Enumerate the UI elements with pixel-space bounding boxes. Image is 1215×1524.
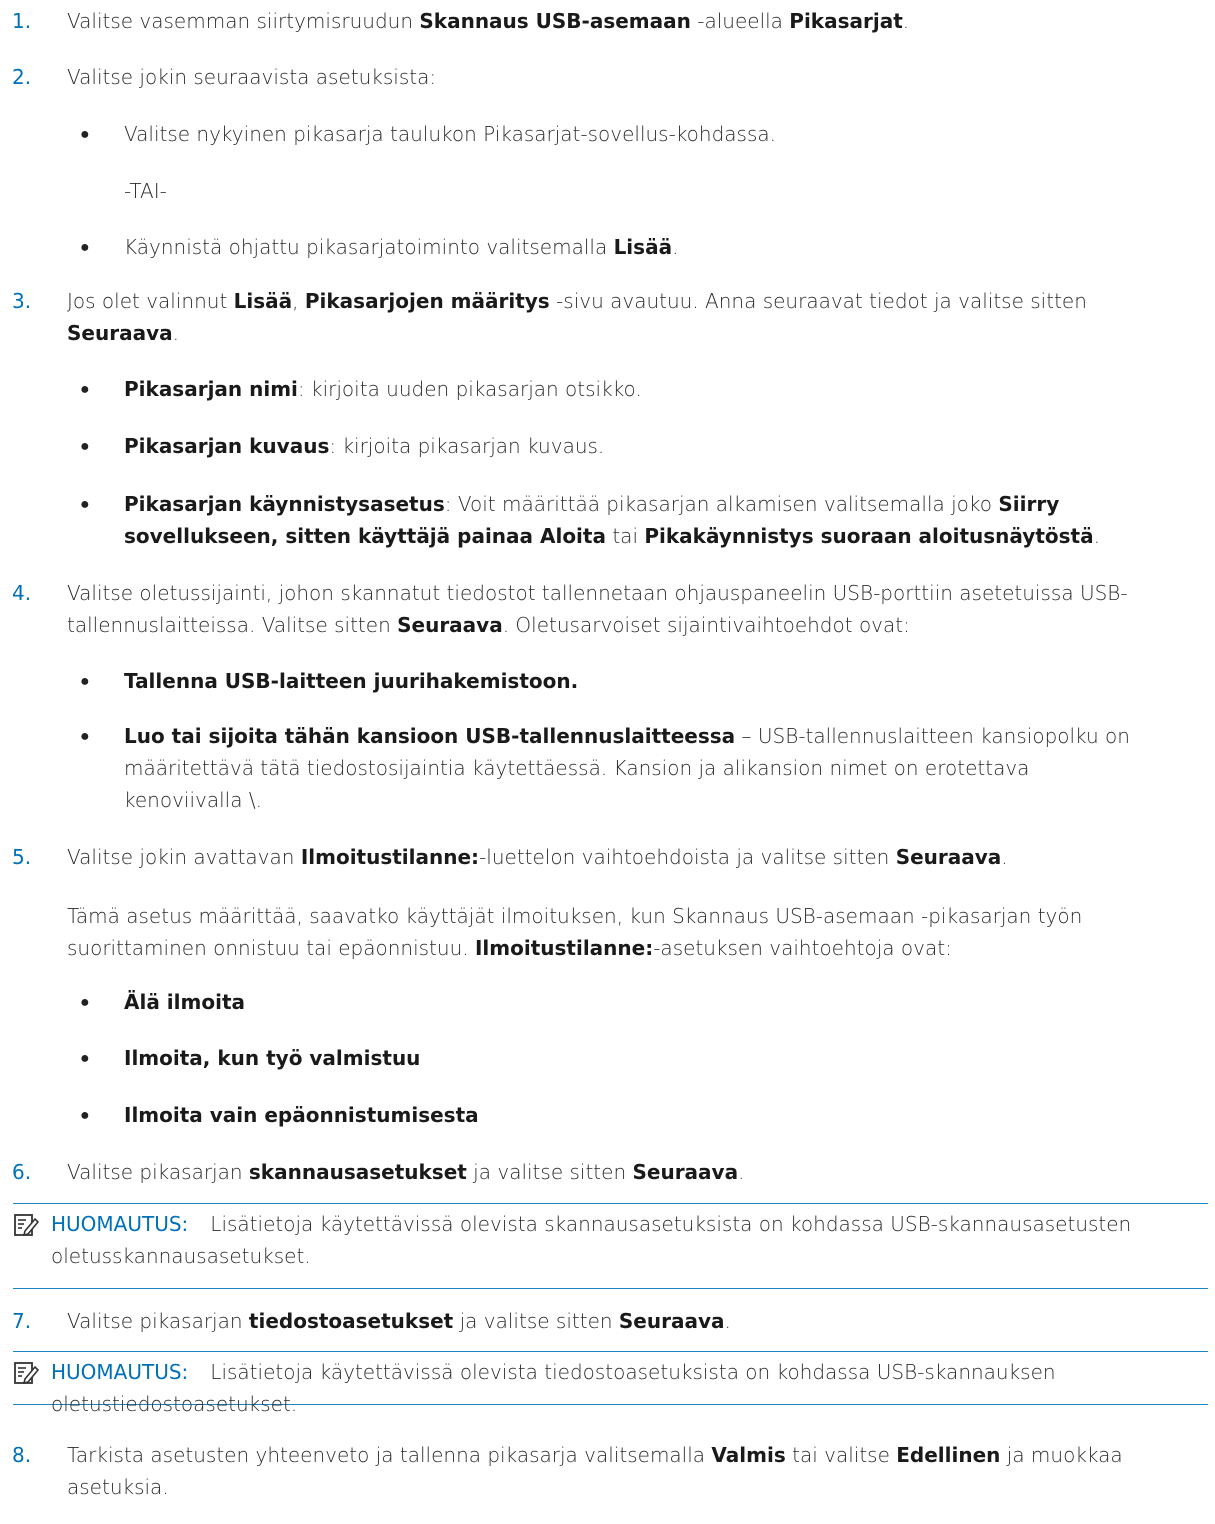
bullet-text: Pikasarjan nimi: kirjoita uuden pikasarj… bbox=[124, 373, 1154, 405]
text-run: -sivu avautuu. Anna seuraavat tiedot ja … bbox=[549, 289, 1087, 313]
bullet-icon: ● bbox=[80, 671, 90, 690]
emphasis-text: Pikasarjat bbox=[789, 9, 903, 33]
bullet-icon: ● bbox=[80, 726, 90, 745]
text-run: ja valitse sitten bbox=[466, 1160, 633, 1184]
text-run: Tarkista asetusten yhteenveto ja tallenn… bbox=[67, 1443, 712, 1467]
emphasis-text: Edellinen bbox=[896, 1443, 1001, 1467]
text-run: ja valitse sitten bbox=[453, 1309, 619, 1333]
text-run: . bbox=[724, 1309, 731, 1333]
step-number: 5. bbox=[12, 845, 32, 869]
text-run: : Voit määrittää pikasarjan alkamisen va… bbox=[444, 492, 999, 516]
emphasis-text: Pikasarjan käynnistysasetus bbox=[124, 492, 445, 516]
text-run: tai valitse bbox=[785, 1443, 897, 1467]
emphasis-text: Ilmoita, kun työ valmistuu bbox=[124, 1046, 421, 1070]
emphasis-text: skannausasetukset bbox=[248, 1160, 467, 1184]
emphasis-text: Seuraava bbox=[618, 1309, 725, 1333]
emphasis-text: Seuraava bbox=[632, 1160, 739, 1184]
step-text: Tarkista asetusten yhteenveto ja tallenn… bbox=[67, 1439, 1197, 1503]
emphasis-text: Luo tai sijoita tähän kansioon USB-talle… bbox=[124, 724, 736, 748]
text-run: . Oletusarvoiset sijaintivaihtoehdot ova… bbox=[502, 613, 910, 637]
step-text: Valitse vasemman siirtymisruudun Skannau… bbox=[67, 5, 1197, 37]
bullet-icon: ● bbox=[80, 237, 90, 256]
emphasis-text: Ilmoita vain epäonnistumisesta bbox=[124, 1103, 479, 1127]
text-run: Valitse pikasarjan bbox=[67, 1309, 249, 1333]
text-run: -asetuksen vaihtoehtoja ovat: bbox=[653, 936, 952, 960]
bullet-icon: ● bbox=[80, 124, 90, 143]
text-run: . bbox=[172, 321, 179, 345]
step-number: 4. bbox=[12, 581, 32, 605]
step-number: 8. bbox=[12, 1443, 32, 1467]
text-run: , bbox=[292, 289, 305, 313]
text-run: : kirjoita uuden pikasarjan otsikko. bbox=[297, 377, 642, 401]
emphasis-text: Ilmoitustilanne: bbox=[474, 936, 654, 960]
emphasis-text: tiedostoasetukset bbox=[248, 1309, 454, 1333]
bullet-icon: ● bbox=[80, 1105, 90, 1124]
emphasis-text: Seuraava bbox=[397, 613, 503, 637]
step-text: Jos olet valinnut Lisää, Pikasarjojen mä… bbox=[67, 285, 1197, 349]
bullet-icon: ● bbox=[80, 494, 90, 513]
text-run: Valitse jokin seuraavista asetuksista: bbox=[67, 65, 437, 89]
emphasis-text: Pikasarjojen määritys bbox=[304, 289, 550, 313]
step-text: Valitse pikasarjan tiedostoasetukset ja … bbox=[67, 1305, 1197, 1337]
emphasis-text: Seuraava bbox=[895, 845, 1002, 869]
step-text: Valitse jokin avattavan Ilmoitustilanne:… bbox=[67, 841, 1197, 873]
bullet-text: Ilmoita vain epäonnistumisesta bbox=[124, 1099, 1154, 1131]
emphasis-text: Tallenna USB-laitteen juurihakemistoon. bbox=[124, 669, 579, 693]
step-number: 6. bbox=[12, 1160, 32, 1184]
text-run: Valitse vasemman siirtymisruudun bbox=[67, 9, 420, 33]
emphasis-text: Pikasarjan kuvaus bbox=[124, 434, 330, 458]
text-run: tai bbox=[605, 524, 645, 548]
note-label: HUOMAUTUS: bbox=[51, 1212, 189, 1236]
text-run: . bbox=[738, 1160, 745, 1184]
bullet-icon: ● bbox=[80, 1048, 90, 1067]
emphasis-text: Lisää bbox=[613, 235, 673, 259]
bullet-text: Tallenna USB-laitteen juurihakemistoon. bbox=[124, 665, 1154, 697]
emphasis-text: Seuraava bbox=[67, 321, 173, 345]
emphasis-text: Pikakäynnistys suoraan aloitusnäytöstä bbox=[644, 524, 1094, 548]
note-text: Lisätietoja käytettävissä olevista skann… bbox=[51, 1212, 1132, 1268]
note-text: Lisätietoja käytettävissä olevista tiedo… bbox=[51, 1360, 1056, 1416]
note-label: HUOMAUTUS: bbox=[51, 1360, 189, 1384]
step-number: 1. bbox=[12, 9, 32, 33]
bullet-text: Pikasarjan kuvaus: kirjoita pikasarjan k… bbox=[124, 430, 1154, 462]
bullet-icon: ● bbox=[80, 992, 90, 1011]
emphasis-text: Skannaus USB-asemaan bbox=[419, 9, 691, 33]
text-run: Jos olet valinnut bbox=[67, 289, 234, 313]
bullet-icon: ● bbox=[80, 436, 90, 455]
emphasis-text: Pikasarjan nimi bbox=[124, 377, 298, 401]
emphasis-text: Valmis bbox=[711, 1443, 786, 1467]
text-run: : kirjoita pikasarjan kuvaus. bbox=[329, 434, 605, 458]
note-box: HUOMAUTUS: Lisätietoja käytettävissä olev… bbox=[13, 1351, 1208, 1416]
emphasis-text: Ilmoitustilanne: bbox=[300, 845, 480, 869]
step-text: Valitse oletussijainti, johon skannatut … bbox=[67, 577, 1197, 641]
bullet-text: Käynnistä ohjattu pikasarjatoiminto vali… bbox=[124, 231, 1154, 263]
step-number: 2. bbox=[12, 65, 32, 89]
note-box: HUOMAUTUS: Lisätietoja käytettävissä olev… bbox=[13, 1203, 1208, 1289]
text-run: . bbox=[902, 9, 910, 33]
bullet-text: Luo tai sijoita tähän kansioon USB-talle… bbox=[124, 720, 1154, 816]
step-text: Valitse pikasarjan skannausasetukset ja … bbox=[67, 1156, 1197, 1188]
bullet-text: Pikasarjan käynnistysasetus: Voit määrit… bbox=[124, 488, 1154, 552]
note-pencil-icon bbox=[14, 1362, 39, 1385]
text-run: -luettelon vaihtoehdoista ja valitse sit… bbox=[479, 845, 896, 869]
step-text: Valitse jokin seuraavista asetuksista: bbox=[67, 61, 1197, 93]
text-run: Valitse jokin avattavan bbox=[67, 845, 301, 869]
bullet-text: Ilmoita, kun työ valmistuu bbox=[124, 1042, 1154, 1074]
note-pencil-icon bbox=[14, 1214, 39, 1237]
text-run: -alueella bbox=[690, 9, 790, 33]
text-run: Valitse nykyinen pikasarja taulukon Pika… bbox=[124, 122, 777, 146]
text-run: . bbox=[672, 235, 679, 259]
text-run: . bbox=[1001, 845, 1008, 869]
bullet-text: Valitse nykyinen pikasarja taulukon Pika… bbox=[124, 118, 1154, 150]
bullet-icon: ● bbox=[80, 379, 90, 398]
text-run: . bbox=[1093, 524, 1100, 548]
emphasis-text: Lisää bbox=[233, 289, 293, 313]
bullet-text: Älä ilmoita bbox=[124, 986, 1154, 1018]
step-number: 3. bbox=[12, 289, 32, 313]
step-number: 7. bbox=[12, 1309, 32, 1333]
text-run: Käynnistä ohjattu pikasarjatoiminto vali… bbox=[124, 235, 614, 259]
emphasis-text: Älä ilmoita bbox=[124, 990, 245, 1014]
text-run: Valitse pikasarjan bbox=[67, 1160, 249, 1184]
